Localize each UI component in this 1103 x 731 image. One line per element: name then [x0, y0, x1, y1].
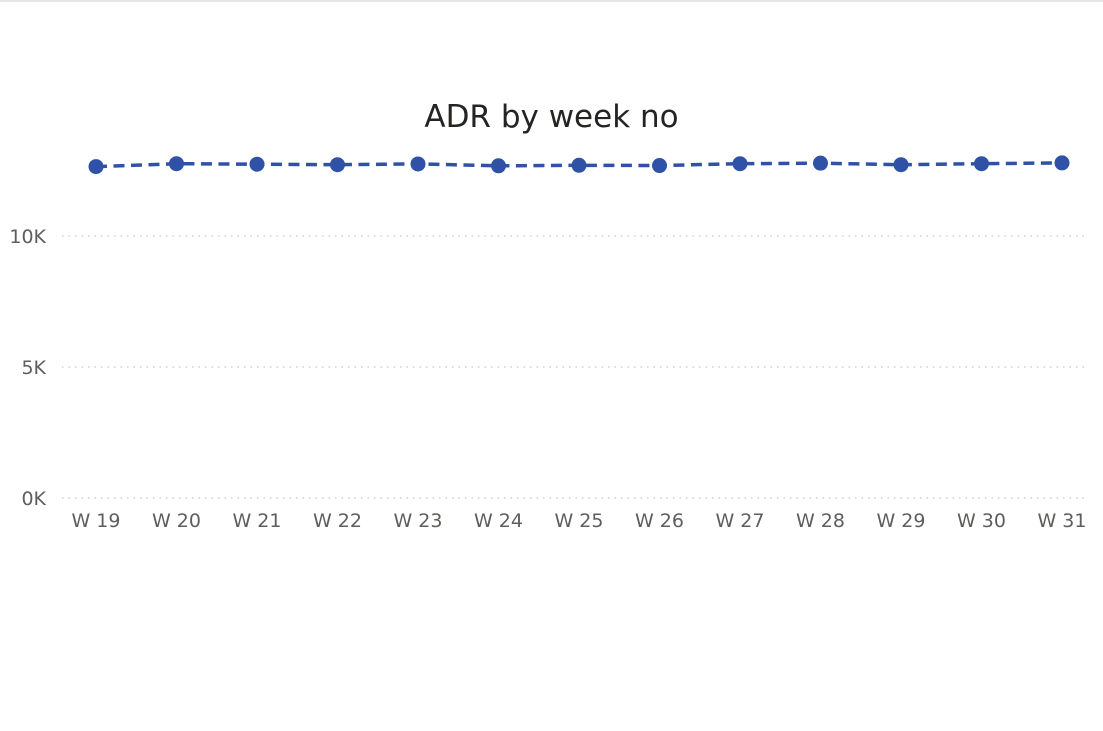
x-tick-label: W 28 — [796, 510, 845, 532]
y-tick-label: 10K — [9, 226, 46, 248]
x-tick-label: W 25 — [554, 510, 603, 532]
y-tick-label: 0K — [21, 488, 46, 510]
x-tick-label: W 30 — [957, 510, 1006, 532]
data-point[interactable] — [491, 158, 506, 174]
data-point[interactable] — [88, 159, 104, 175]
data-point[interactable] — [249, 156, 265, 172]
x-tick-label: W 23 — [393, 510, 442, 532]
x-tick-label: W 22 — [313, 510, 362, 532]
x-tick-label: W 31 — [1037, 510, 1086, 532]
x-tick-label: W 29 — [876, 510, 925, 532]
data-point[interactable] — [169, 156, 184, 172]
data-point[interactable] — [571, 157, 587, 173]
data-point[interactable] — [652, 158, 667, 174]
line-chart: 0K 5K 10K W 19 W 20 W 21 W 22 W 23 W 24 W 25 W 26… — [9, 155, 1088, 532]
x-tick-label: W 27 — [715, 510, 764, 532]
x-tick-label: W 24 — [474, 510, 523, 532]
x-tick-label: W 20 — [152, 510, 201, 532]
data-point[interactable] — [732, 156, 748, 172]
y-axis: 0K 5K 10K — [9, 226, 46, 510]
x-tick-label: W 26 — [635, 510, 684, 532]
gridlines — [62, 235, 1088, 499]
data-point[interactable] — [974, 156, 989, 172]
data-point[interactable] — [330, 157, 345, 173]
data-point[interactable] — [410, 156, 426, 172]
x-tick-label: W 21 — [232, 510, 281, 532]
x-axis: W 19 W 20 W 21 W 22 W 23 W 24 W 25 W 26 W 27 W 28… — [71, 510, 1086, 532]
series — [88, 155, 1070, 175]
data-point[interactable] — [1054, 155, 1070, 171]
data-point[interactable] — [893, 157, 909, 173]
data-point[interactable] — [813, 155, 828, 171]
x-tick-label: W 19 — [71, 510, 120, 532]
y-tick-label: 5K — [21, 357, 46, 379]
